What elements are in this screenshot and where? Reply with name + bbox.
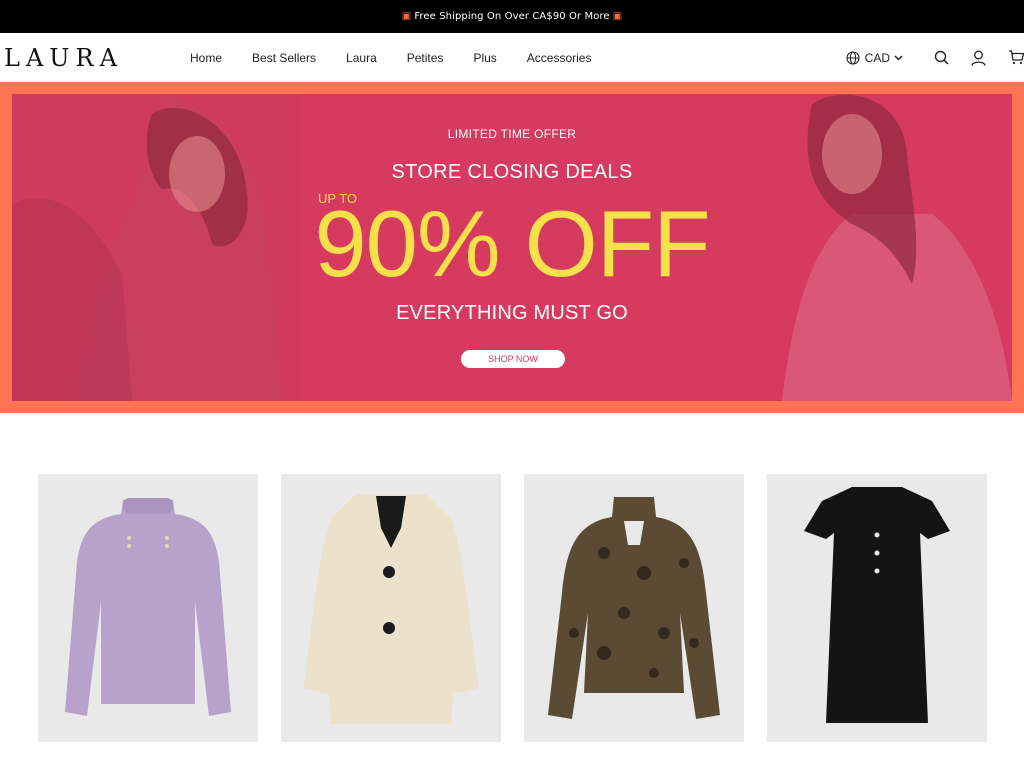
nav-accessories[interactable]: Accessories bbox=[527, 51, 592, 65]
product-grid bbox=[38, 474, 1010, 742]
search-button[interactable] bbox=[934, 50, 949, 65]
nav-home[interactable]: Home bbox=[190, 51, 222, 65]
account-button[interactable] bbox=[971, 50, 986, 66]
main-nav: Home Best Sellers Laura Petites Plus Acc… bbox=[190, 51, 621, 65]
product-card[interactable] bbox=[767, 474, 987, 742]
gift-icon: ▣ bbox=[401, 11, 412, 22]
currency-selector[interactable]: CAD bbox=[846, 51, 908, 65]
hero-limited-text: LIMITED TIME OFFER bbox=[447, 127, 577, 141]
cart-icon bbox=[1009, 50, 1024, 65]
nav-laura[interactable]: Laura bbox=[346, 51, 377, 65]
dress-image bbox=[804, 487, 950, 723]
chevron-down-icon bbox=[894, 54, 903, 61]
site-header: LAURA Home Best Sellers Laura Petites Pl… bbox=[0, 33, 1024, 82]
coat-image bbox=[303, 494, 479, 724]
account-icon bbox=[971, 50, 986, 66]
blouse-image bbox=[548, 497, 720, 719]
search-icon bbox=[934, 50, 949, 65]
nav-best-sellers[interactable]: Best Sellers bbox=[252, 51, 316, 65]
gift-icon: ▣ bbox=[612, 11, 623, 22]
hero-banner[interactable]: LIMITED TIME OFFER STORE CLOSING DEALS U… bbox=[0, 82, 1024, 413]
hero-panel: LIMITED TIME OFFER STORE CLOSING DEALS U… bbox=[12, 94, 1012, 401]
cart-button[interactable] bbox=[1008, 50, 1024, 65]
product-card[interactable] bbox=[281, 474, 501, 742]
product-card[interactable] bbox=[524, 474, 744, 742]
header-actions: CAD bbox=[846, 33, 1024, 82]
hero-copy: LIMITED TIME OFFER STORE CLOSING DEALS U… bbox=[12, 94, 1012, 401]
announcement-text: Free Shipping On Over CA$90 Or More bbox=[414, 11, 610, 22]
sweater-image bbox=[65, 498, 231, 716]
site-logo[interactable]: LAURA bbox=[4, 44, 184, 72]
hero-subline: EVERYTHING MUST GO bbox=[396, 302, 628, 324]
nav-plus[interactable]: Plus bbox=[473, 51, 496, 65]
announcement-bar: ▣ Free Shipping On Over CA$90 Or More ▣ bbox=[0, 0, 1024, 33]
nav-petites[interactable]: Petites bbox=[407, 51, 444, 65]
product-card[interactable] bbox=[38, 474, 258, 742]
hero-headline: STORE CLOSING DEALS bbox=[391, 161, 633, 183]
currency-label: CAD bbox=[864, 50, 890, 65]
hero-offer: 90% OFF bbox=[314, 191, 710, 296]
globe-icon bbox=[846, 50, 860, 65]
shop-now-button[interactable]: SHOP NOW bbox=[461, 350, 565, 368]
